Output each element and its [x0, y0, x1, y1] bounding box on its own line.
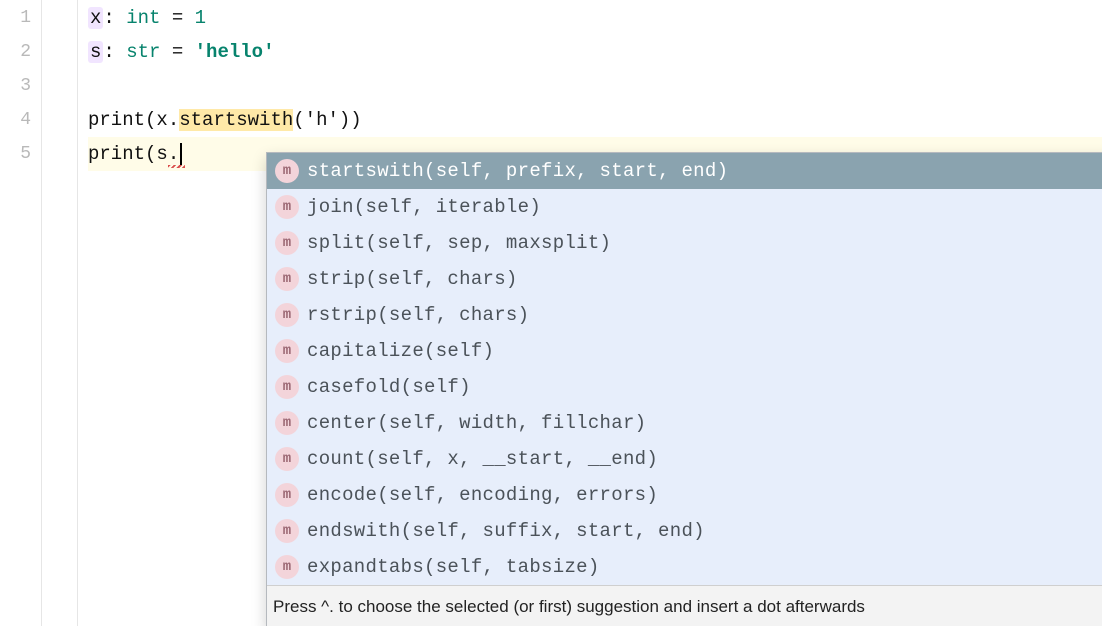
completion-signature: startswith(self, prefix, start, end): [307, 154, 1102, 188]
completion-signature: rstrip(self, chars): [307, 298, 1102, 332]
text-caret: [180, 143, 182, 165]
method-icon: m: [275, 483, 299, 507]
completion-item[interactable]: mrstrip(self, chars)str: [267, 297, 1102, 333]
space: [160, 41, 171, 63]
equals: =: [172, 7, 183, 29]
line-number: 2: [0, 34, 31, 68]
completion-item[interactable]: mcasefold(self)str: [267, 369, 1102, 405]
completion-item[interactable]: mstartswith(self, prefix, start, end)str: [267, 153, 1102, 189]
method-icon: m: [275, 195, 299, 219]
completion-item[interactable]: mencode(self, encoding, errors)str: [267, 477, 1102, 513]
space: [160, 7, 171, 29]
space: [115, 41, 126, 63]
completion-item[interactable]: mjoin(self, iterable)str: [267, 189, 1102, 225]
call-print: print(: [88, 109, 156, 131]
type-int: int: [126, 7, 160, 29]
method-icon: m: [275, 375, 299, 399]
space: [115, 7, 126, 29]
method-icon: m: [275, 447, 299, 471]
completion-hint: Press ^. to choose the selected (or firs…: [273, 590, 1102, 624]
dot-with-error: .: [168, 143, 179, 165]
equals: =: [172, 41, 183, 63]
variable-x: x: [88, 7, 103, 29]
completion-signature: split(self, sep, maxsplit): [307, 226, 1102, 260]
colon: :: [103, 7, 114, 29]
dot: .: [168, 109, 179, 131]
space: [183, 7, 194, 29]
method-icon: m: [275, 339, 299, 363]
completion-signature: strip(self, chars): [307, 262, 1102, 296]
method-icon: m: [275, 231, 299, 255]
completion-signature: expandtabs(self, tabsize): [307, 550, 1102, 584]
gutter-margin: [42, 0, 78, 626]
obj-s: s: [156, 143, 167, 165]
completion-signature: encode(self, encoding, errors): [307, 478, 1102, 512]
literal-int: 1: [195, 7, 206, 29]
completion-item[interactable]: mcount(self, x, __start, __end)str: [267, 441, 1102, 477]
completion-list[interactable]: m startswith(self, prefix, start, end) str…: [267, 153, 1102, 585]
colon: :: [103, 41, 114, 63]
method-icon: m: [275, 159, 299, 183]
line-number: 3: [0, 68, 31, 102]
completion-item[interactable]: mcapitalize(self)str: [267, 333, 1102, 369]
code-line[interactable]: x: int = 1: [88, 1, 1102, 35]
completion-popup[interactable]: m startswith(self, prefix, start, end) str…: [266, 152, 1102, 626]
line-number: 5: [0, 136, 31, 170]
completion-signature: endswith(self, suffix, start, end): [307, 514, 1102, 548]
method-icon: m: [275, 555, 299, 579]
completion-signature: join(self, iterable): [307, 190, 1102, 224]
method-startswith-highlight: startswith: [179, 109, 293, 131]
method-icon: m: [275, 267, 299, 291]
completion-item[interactable]: msplit(self, sep, maxsplit)str: [267, 225, 1102, 261]
call-print: print(: [88, 143, 156, 165]
line-number: 1: [0, 0, 31, 34]
completion-signature: capitalize(self): [307, 334, 1102, 368]
space: [183, 41, 194, 63]
completion-item[interactable]: mstrip(self, chars)str: [267, 261, 1102, 297]
method-icon: m: [275, 519, 299, 543]
method-icon: m: [275, 303, 299, 327]
gutter: 1 2 3 4 5: [0, 0, 42, 626]
completion-item[interactable]: mendswith(self, suffix, start, end)str: [267, 513, 1102, 549]
completion-signature: count(self, x, __start, __end): [307, 442, 1102, 476]
method-icon: m: [275, 411, 299, 435]
code-editor[interactable]: x: int = 1 s: str = 'hello' print(x.star…: [78, 0, 1102, 626]
code-line[interactable]: print(x.startswith('h')): [88, 103, 1102, 137]
literal-string: 'hello': [195, 41, 275, 63]
completion-item[interactable]: mcenter(self, width, fillchar)str: [267, 405, 1102, 441]
type-str: str: [126, 41, 160, 63]
code-line-empty[interactable]: [88, 69, 1102, 103]
completion-signature: casefold(self): [307, 370, 1102, 404]
code-line[interactable]: s: str = 'hello': [88, 35, 1102, 69]
completion-item[interactable]: mexpandtabs(self, tabsize)str: [267, 549, 1102, 585]
line-number: 4: [0, 102, 31, 136]
args: ('h')): [293, 109, 361, 131]
completion-footer: Press ^. to choose the selected (or firs…: [267, 585, 1102, 626]
variable-s: s: [88, 41, 103, 63]
completion-signature: center(self, width, fillchar): [307, 406, 1102, 440]
obj-x: x: [156, 109, 167, 131]
